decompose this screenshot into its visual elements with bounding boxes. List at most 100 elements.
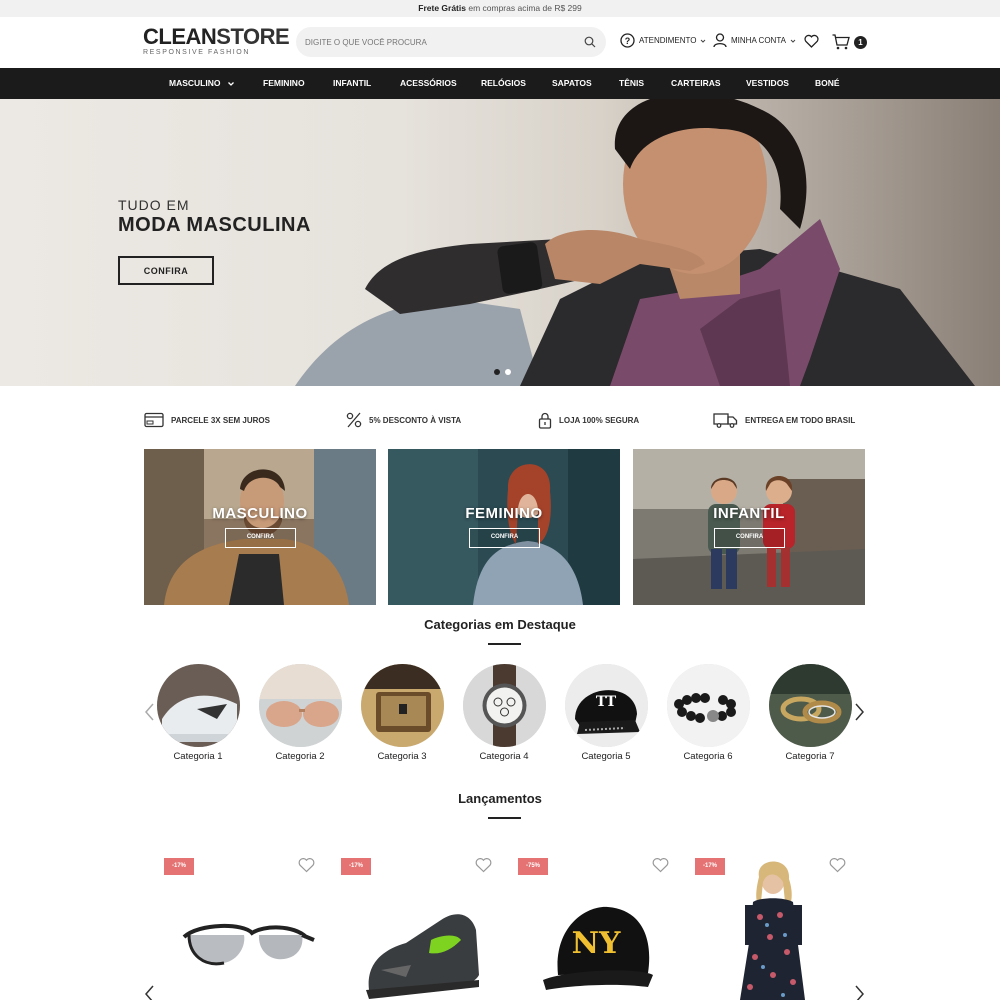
category-circle-3[interactable]: Categoria 3 bbox=[360, 664, 444, 762]
percent-icon bbox=[346, 412, 362, 428]
cart-button[interactable]: 1 bbox=[832, 34, 867, 50]
search-box bbox=[296, 27, 606, 57]
heart-icon[interactable] bbox=[652, 857, 669, 873]
search-input[interactable] bbox=[305, 27, 575, 57]
nav-label: CARTEIRAS bbox=[671, 78, 721, 88]
banner-masculino[interactable]: MASCULINO CONFIRA bbox=[144, 449, 376, 605]
nav-item-feminino[interactable]: FEMININO bbox=[263, 68, 305, 99]
heart-icon bbox=[804, 34, 819, 48]
banner-confira-button[interactable]: CONFIRA bbox=[225, 528, 296, 548]
main-nav: MASCULINO FEMININO INFANTIL ACESSÓRIOS R… bbox=[0, 68, 1000, 99]
banner-confira-button[interactable]: CONFIRA bbox=[469, 528, 540, 548]
chevron-left-icon[interactable] bbox=[143, 702, 157, 722]
nav-label: SAPATOS bbox=[552, 78, 592, 88]
category-label: Categoria 3 bbox=[377, 751, 427, 762]
category-image: TT bbox=[564, 664, 648, 747]
category-label: Categoria 5 bbox=[581, 751, 631, 762]
atendimento-link[interactable]: ? ATENDIMENTO bbox=[620, 33, 706, 48]
product-image-dress bbox=[740, 861, 805, 1000]
svg-text:?: ? bbox=[625, 36, 631, 46]
chevron-right-icon[interactable] bbox=[852, 702, 866, 722]
category-label: Categoria 7 bbox=[785, 751, 835, 762]
chevron-left-icon[interactable] bbox=[143, 984, 157, 1000]
nav-item-vestidos[interactable]: VESTIDOS bbox=[746, 68, 789, 99]
banner-masculino-image bbox=[144, 449, 376, 605]
title-underline bbox=[488, 643, 521, 645]
product-card-3[interactable]: -75% NY bbox=[518, 857, 683, 1000]
heart-icon[interactable] bbox=[475, 857, 492, 873]
nav-item-relogios[interactable]: RELÓGIOS bbox=[481, 68, 526, 99]
product-card-1[interactable]: -17% bbox=[164, 857, 329, 1000]
banner-feminino[interactable]: FEMININO CONFIRA bbox=[388, 449, 620, 605]
discount-badge: -17% bbox=[164, 858, 194, 875]
category-image bbox=[666, 664, 750, 747]
atendimento-label: ATENDIMENTO bbox=[639, 36, 697, 45]
discount-badge: -17% bbox=[341, 858, 371, 875]
lock-icon bbox=[538, 412, 552, 429]
category-image bbox=[768, 664, 852, 747]
logo-part-1: CLEAN bbox=[143, 24, 217, 49]
banner-infantil[interactable]: INFANTIL CONFIRA bbox=[633, 449, 865, 605]
hero-banner[interactable]: TUDO EM MODA MASCULINA CONFIRA bbox=[0, 99, 1000, 386]
lancamentos-title: Lançamentos bbox=[458, 791, 542, 806]
truck-icon bbox=[713, 413, 738, 428]
nav-item-carteiras[interactable]: CARTEIRAS bbox=[671, 68, 721, 99]
heart-icon[interactable] bbox=[298, 857, 315, 873]
category-circle-2[interactable]: Categoria 2 bbox=[258, 664, 342, 762]
category-image bbox=[462, 664, 546, 747]
credit-card-icon bbox=[144, 412, 164, 428]
carousel-dot-1[interactable] bbox=[494, 369, 500, 375]
feature-label: LOJA 100% SEGURA bbox=[559, 415, 640, 425]
product-image-sneaker bbox=[366, 914, 479, 999]
cart-icon bbox=[832, 34, 850, 50]
logo[interactable]: CLEANSTORE RESPONSIVE FASHION bbox=[143, 24, 290, 57]
feature-label: PARCELE 3X SEM JUROS bbox=[171, 415, 270, 425]
carousel-dot-2[interactable] bbox=[505, 369, 511, 375]
product-image-sunglasses bbox=[182, 923, 315, 966]
nav-item-tenis[interactable]: TÊNIS bbox=[619, 68, 644, 99]
help-icon: ? bbox=[620, 33, 635, 48]
features-bar: PARCELE 3X SEM JUROS 5% DESCONTO À VISTA… bbox=[0, 410, 1000, 432]
category-circle-7[interactable]: Categoria 7 bbox=[768, 664, 852, 762]
nav-item-masculino[interactable]: MASCULINO bbox=[169, 68, 235, 99]
header: CLEANSTORE RESPONSIVE FASHION ? ATENDIME… bbox=[0, 17, 1000, 68]
feature-segura: LOJA 100% SEGURA bbox=[538, 410, 639, 430]
category-label: Categoria 2 bbox=[275, 751, 325, 762]
wishlist-button[interactable] bbox=[804, 34, 819, 48]
nav-label: TÊNIS bbox=[619, 78, 645, 88]
nav-item-sapatos[interactable]: SAPATOS bbox=[552, 68, 592, 99]
category-label: Categoria 1 bbox=[173, 751, 223, 762]
nav-item-bone[interactable]: BONÉ bbox=[815, 68, 840, 99]
category-circle-6[interactable]: Categoria 6 bbox=[666, 664, 750, 762]
promo-bar: Frete Grátis em compras acima de R$ 299 bbox=[0, 0, 1000, 17]
svg-text:NY: NY bbox=[572, 926, 621, 961]
nav-label: ACESSÓRIOS bbox=[400, 78, 457, 88]
category-label: Categoria 4 bbox=[479, 751, 529, 762]
category-image bbox=[258, 664, 342, 747]
nav-item-infantil[interactable]: INFANTIL bbox=[333, 68, 371, 99]
nav-label: RELÓGIOS bbox=[481, 78, 526, 88]
banner-title: FEMININO bbox=[465, 505, 543, 522]
chevron-down-icon bbox=[227, 81, 234, 86]
svg-text:TT: TT bbox=[595, 694, 616, 710]
hero-subtitle: TUDO EM bbox=[118, 197, 190, 213]
feature-parcele: PARCELE 3X SEM JUROS bbox=[144, 410, 270, 430]
banner-feminino-image bbox=[388, 449, 620, 605]
category-circle-1[interactable]: Categoria 1 bbox=[156, 664, 240, 762]
nav-label: VESTIDOS bbox=[746, 78, 789, 88]
nav-label: INFANTIL bbox=[333, 78, 372, 88]
title-underline bbox=[488, 817, 521, 819]
product-card-2[interactable]: -17% bbox=[341, 857, 506, 1000]
category-circle-4[interactable]: Categoria 4 bbox=[462, 664, 546, 762]
minha-conta-link[interactable]: MINHA CONTA bbox=[713, 33, 796, 48]
nav-label: FEMININO bbox=[263, 78, 305, 88]
product-card-4[interactable]: -17% bbox=[695, 857, 860, 1000]
category-image bbox=[360, 664, 444, 747]
hero-confira-button[interactable]: CONFIRA bbox=[118, 256, 214, 285]
category-circle-5[interactable]: TT Categoria 5 bbox=[564, 664, 648, 762]
category-label: Categoria 6 bbox=[683, 751, 733, 762]
search-icon[interactable] bbox=[584, 36, 596, 48]
banner-confira-button[interactable]: CONFIRA bbox=[714, 528, 785, 548]
hero-model-image bbox=[295, 99, 975, 386]
nav-item-acessorios[interactable]: ACESSÓRIOS bbox=[400, 68, 457, 99]
